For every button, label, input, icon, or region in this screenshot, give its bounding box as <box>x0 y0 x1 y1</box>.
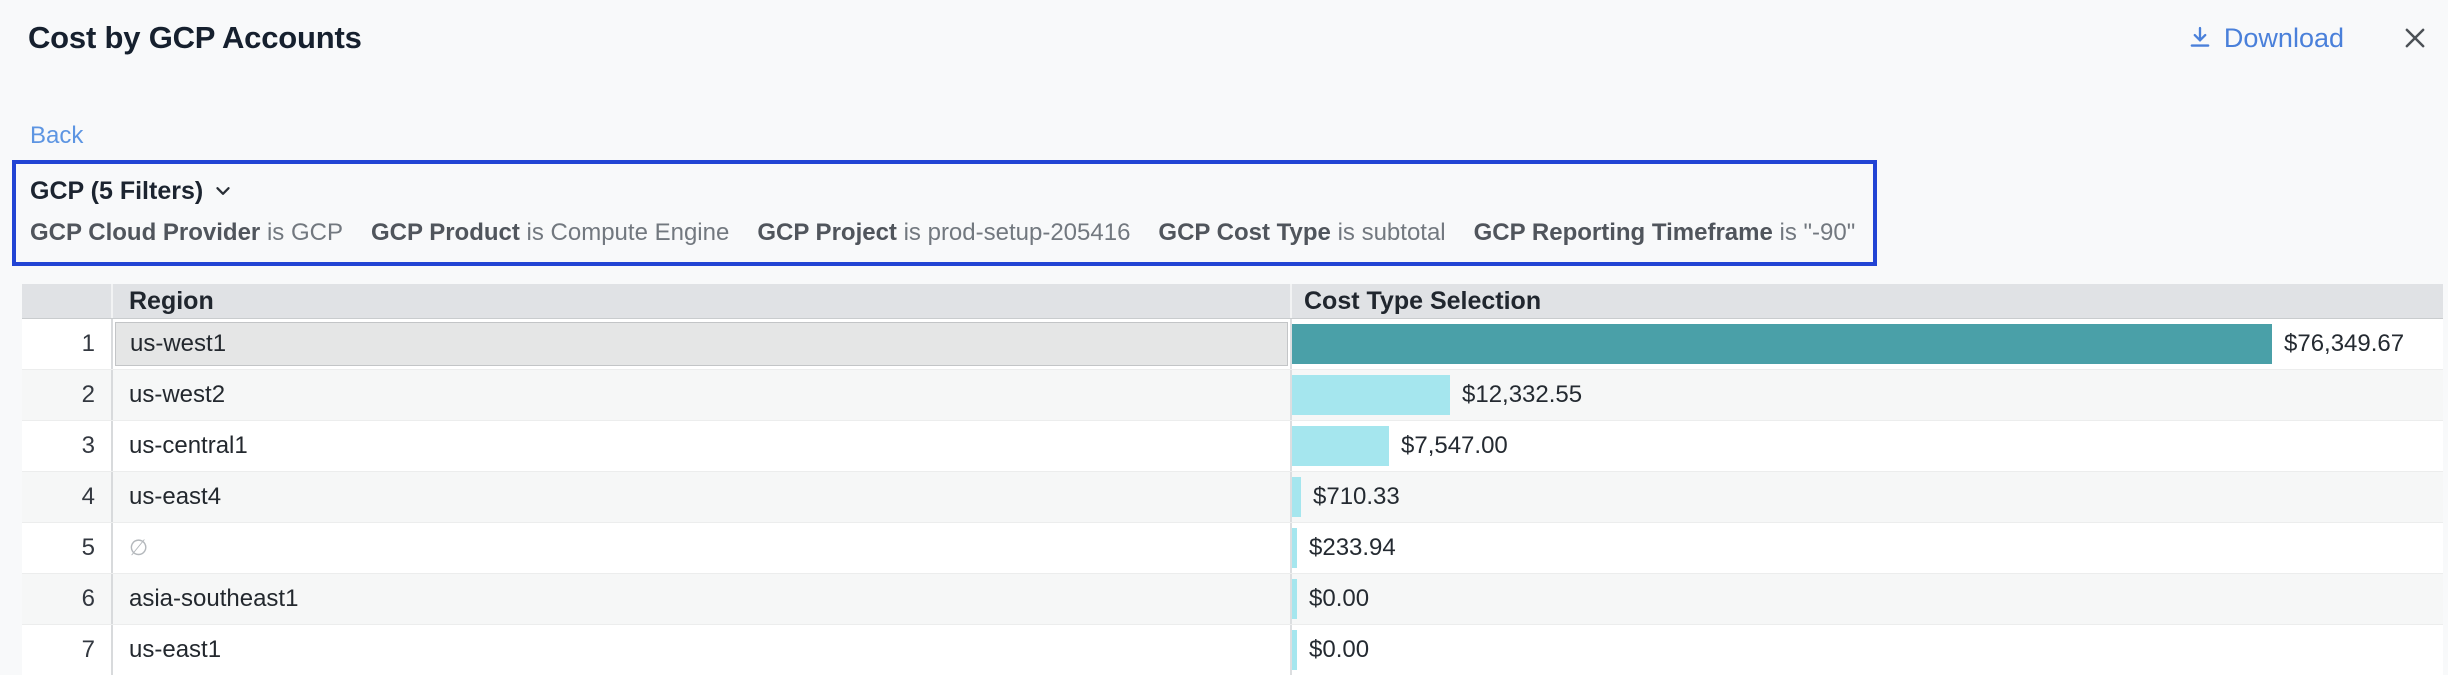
chevron-down-icon <box>213 181 233 201</box>
cost-bar <box>1292 579 1297 619</box>
filter-field-name: GCP Project <box>757 219 903 246</box>
region-cell[interactable]: us-east4 <box>113 472 1290 522</box>
filter-condition-value: is "-90" <box>1780 219 1856 246</box>
row-number-cell: 7 <box>22 625 113 675</box>
cost-value-label: $0.00 <box>1309 636 1369 664</box>
filter-panel: GCP (5 Filters) GCP Cloud Provider is GC… <box>12 160 1877 266</box>
filter-condition[interactable]: GCP Product is Compute Engine <box>371 218 729 248</box>
table-body: 1us-west1$76,349.672us-west2$12,332.553u… <box>22 319 2443 675</box>
filter-condition[interactable]: GCP Reporting Timeframe is "-90" <box>1474 218 1856 248</box>
row-number-cell: 3 <box>22 421 113 471</box>
region-cell[interactable]: us-central1 <box>113 421 1290 471</box>
download-button[interactable]: Download <box>2186 23 2344 54</box>
cost-bar-cell[interactable]: $710.33 <box>1290 472 2443 522</box>
table-row: 7us-east1 $0.00 <box>22 624 2443 675</box>
cost-value-label: $233.94 <box>1309 534 1396 562</box>
filter-condition-value: is subtotal <box>1338 219 1446 246</box>
row-number-cell: 5 <box>22 523 113 573</box>
cost-bar-cell[interactable]: $76,349.67 <box>1290 319 2443 369</box>
column-header-number <box>22 284 113 318</box>
filter-conditions-list: GCP Cloud Provider is GCP GCP Product is … <box>30 218 1855 248</box>
table-row: 5 ∅ $233.94 <box>22 522 2443 573</box>
filter-field-name: GCP Cloud Provider <box>30 219 267 246</box>
cost-bar-cell[interactable]: $233.94 <box>1290 523 2443 573</box>
null-value-symbol: ∅ <box>129 535 148 561</box>
top-bar: Cost by GCP Accounts Download <box>0 0 2448 60</box>
cost-bar <box>1292 528 1297 568</box>
cost-value-label: $0.00 <box>1309 585 1369 613</box>
filter-summary-dropdown[interactable]: GCP (5 Filters) <box>30 176 233 206</box>
row-number-cell: 6 <box>22 574 113 624</box>
filter-condition[interactable]: GCP Cloud Provider is GCP <box>30 218 343 248</box>
table-row: 2us-west2 $12,332.55 <box>22 369 2443 420</box>
filter-field-name: GCP Reporting Timeframe <box>1474 219 1780 246</box>
cost-bar-cell[interactable]: $0.00 <box>1290 574 2443 624</box>
cost-bar <box>1292 630 1297 670</box>
cost-value-label: $12,332.55 <box>1462 381 1582 409</box>
region-label: us-west1 <box>115 322 1288 366</box>
column-header-region[interactable]: Region <box>113 284 1290 318</box>
table-row: 3us-central1 $7,547.00 <box>22 420 2443 471</box>
region-label: us-central1 <box>113 421 1290 471</box>
row-number-cell: 2 <box>22 370 113 420</box>
cost-bar <box>1292 477 1301 517</box>
filter-condition[interactable]: GCP Cost Type is subtotal <box>1158 218 1445 248</box>
close-icon[interactable] <box>2400 23 2430 53</box>
filter-field-name: GCP Cost Type <box>1158 219 1337 246</box>
filter-condition[interactable]: GCP Project is prod-setup-205416 <box>757 218 1130 248</box>
region-cell[interactable]: us-west1 <box>113 319 1290 369</box>
back-link[interactable]: Back <box>30 122 83 150</box>
top-actions: Download <box>2186 23 2430 54</box>
cost-bar <box>1292 324 2272 364</box>
table-row: 1us-west1 $76,349.67 <box>22 319 2443 369</box>
region-label: us-west2 <box>113 370 1290 420</box>
cost-value-label: $7,547.00 <box>1401 432 1508 460</box>
cost-bar-cell[interactable]: $7,547.00 <box>1290 421 2443 471</box>
row-number-cell: 4 <box>22 472 113 522</box>
table-row: 6asia-southeast1 $0.00 <box>22 573 2443 624</box>
table-header-row: Region Cost Type Selection <box>22 284 2443 319</box>
region-cell[interactable]: us-east1 <box>113 625 1290 675</box>
filter-condition-value: is prod-setup-205416 <box>904 219 1131 246</box>
download-label: Download <box>2224 23 2344 54</box>
cost-bar-cell[interactable]: $0.00 <box>1290 625 2443 675</box>
region-label: asia-southeast1 <box>113 574 1290 624</box>
cost-bar-cell[interactable]: $12,332.55 <box>1290 370 2443 420</box>
cost-value-label: $710.33 <box>1313 483 1400 511</box>
cost-bar <box>1292 375 1450 415</box>
filter-condition-value: is GCP <box>267 219 343 246</box>
column-header-cost-type-selection[interactable]: Cost Type Selection <box>1290 284 2443 318</box>
region-label: ∅ <box>113 523 1290 573</box>
page-title: Cost by GCP Accounts <box>28 20 362 56</box>
cost-bar <box>1292 426 1389 466</box>
table-row: 4us-east4 $710.33 <box>22 471 2443 522</box>
region-cell[interactable]: asia-southeast1 <box>113 574 1290 624</box>
region-label: us-east1 <box>113 625 1290 675</box>
download-icon <box>2186 24 2214 52</box>
region-cell[interactable]: us-west2 <box>113 370 1290 420</box>
region-cell[interactable]: ∅ <box>113 523 1290 573</box>
cost-value-label: $76,349.67 <box>2284 330 2404 358</box>
filter-summary-label: GCP (5 Filters) <box>30 176 203 206</box>
filter-condition-value: is Compute Engine <box>527 219 730 246</box>
cost-table: Region Cost Type Selection 1us-west1 $76,… <box>22 284 2443 675</box>
row-number-cell: 1 <box>22 319 113 369</box>
filter-field-name: GCP Product <box>371 219 527 246</box>
region-label: us-east4 <box>113 472 1290 522</box>
